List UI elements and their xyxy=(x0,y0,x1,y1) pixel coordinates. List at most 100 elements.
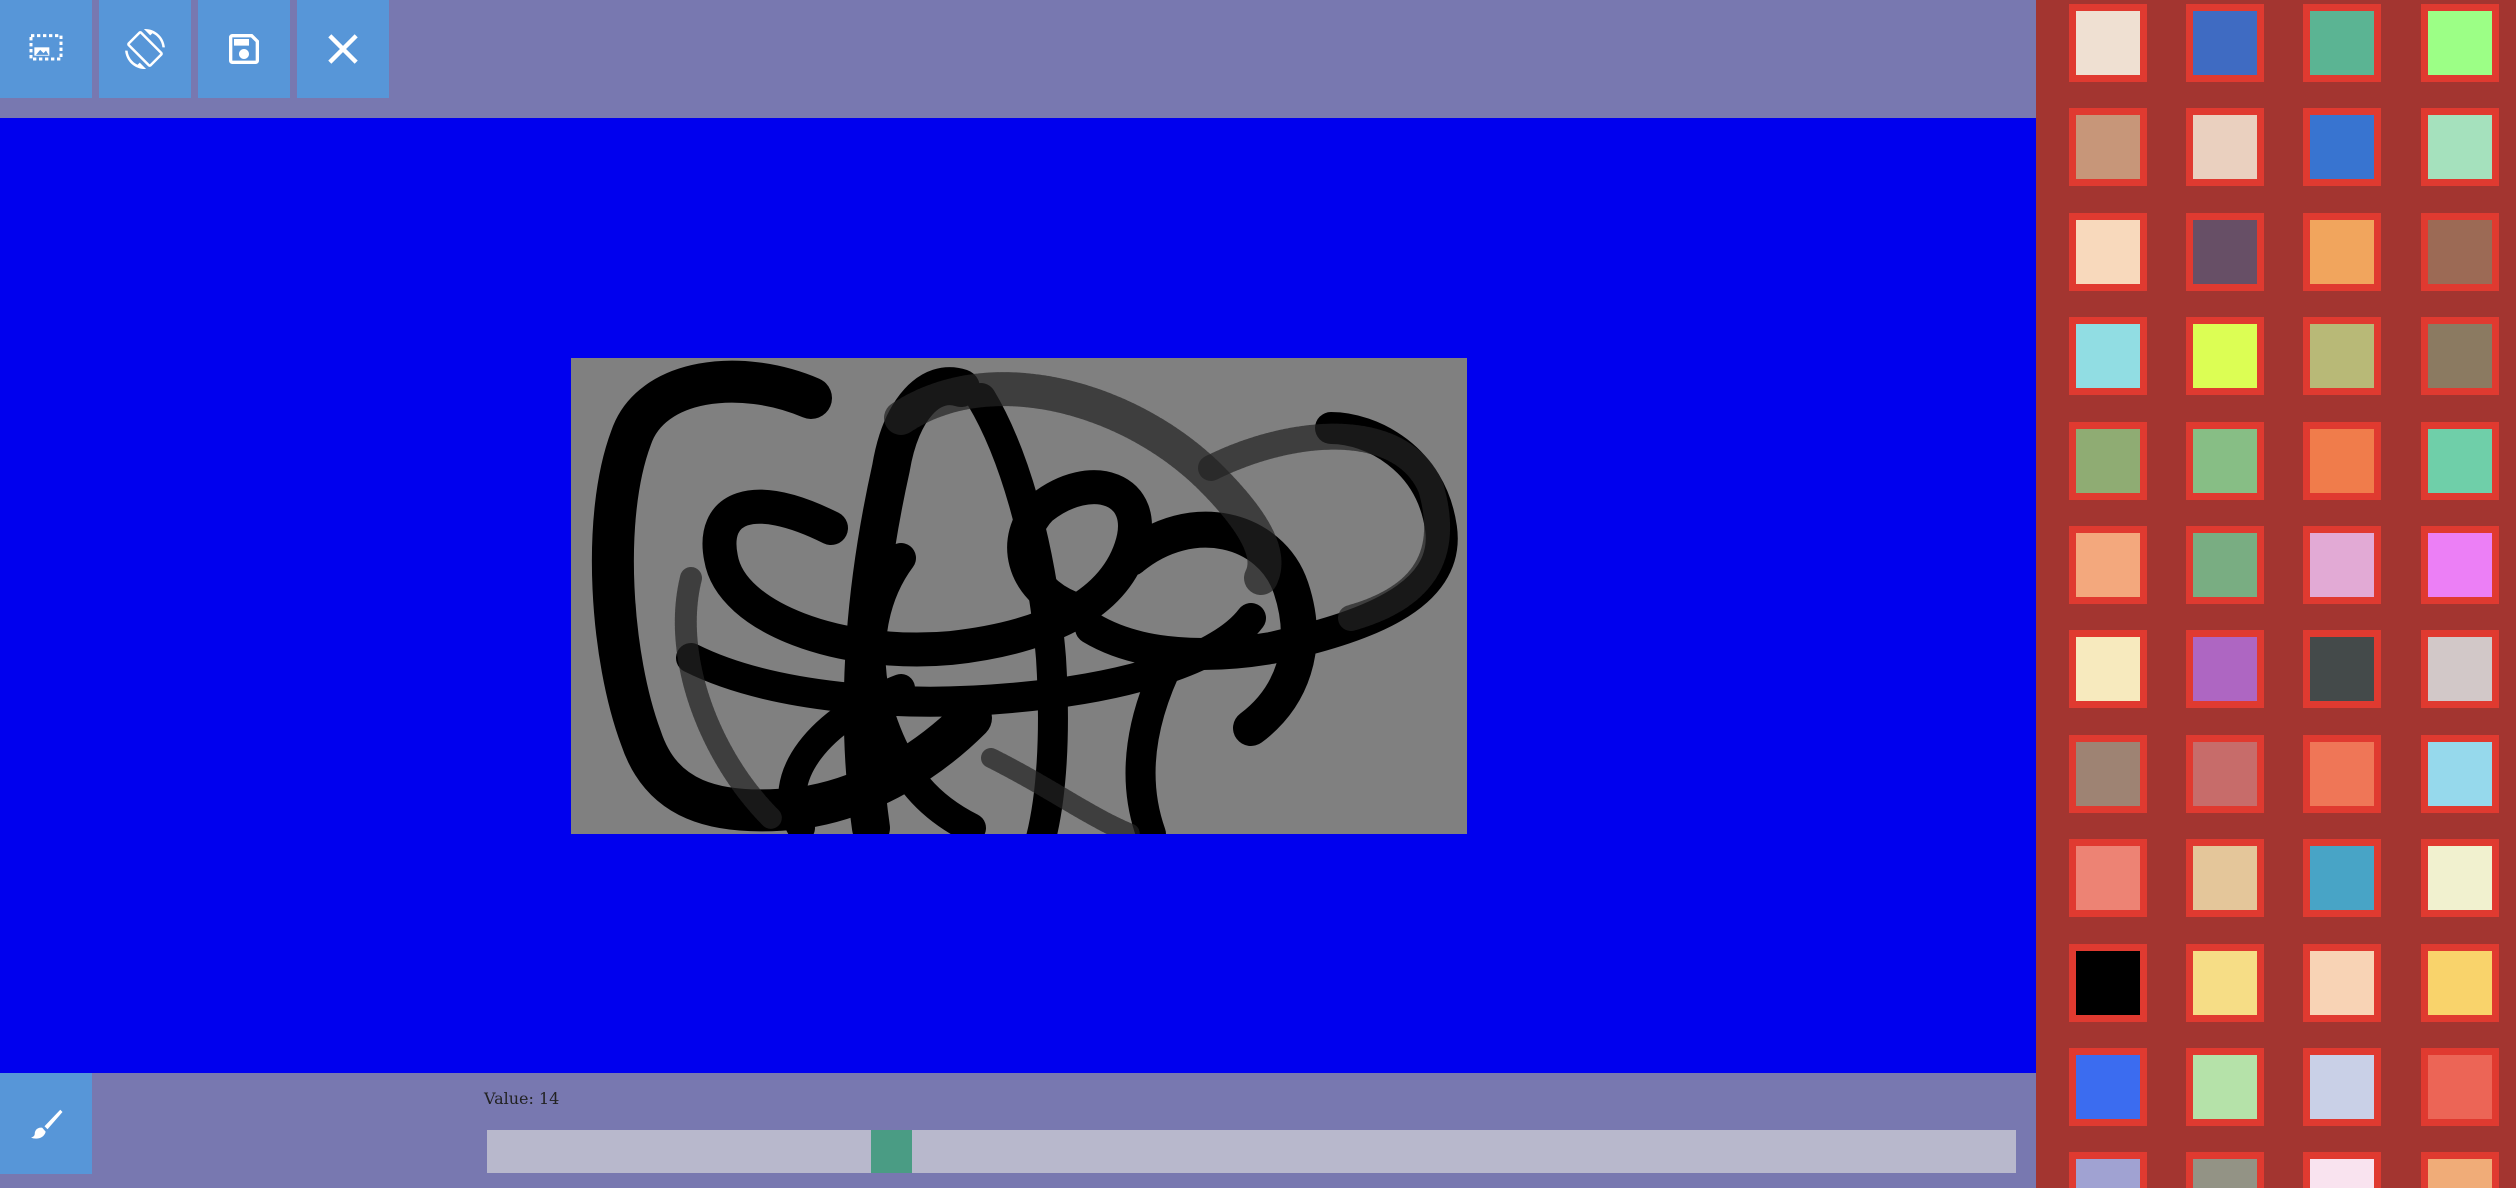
swatch-color xyxy=(2193,533,2257,597)
swatch-color xyxy=(2310,742,2374,806)
swatch-color xyxy=(2076,429,2140,493)
swatch-color xyxy=(2076,846,2140,910)
brush-size-value: Value: 14 xyxy=(484,1089,560,1108)
swatch-color xyxy=(2076,1159,2140,1188)
swatch-color xyxy=(2076,533,2140,597)
color-swatch[interactable] xyxy=(2186,839,2264,917)
swatch-color xyxy=(2076,951,2140,1015)
color-swatch[interactable] xyxy=(2303,1048,2381,1126)
color-swatch[interactable] xyxy=(2069,317,2147,395)
crop-image-icon xyxy=(29,34,63,61)
swatch-color xyxy=(2310,1159,2374,1188)
drawing-image[interactable] xyxy=(571,358,1467,834)
color-swatch[interactable] xyxy=(2186,317,2264,395)
swatch-color xyxy=(2310,429,2374,493)
swatch-color xyxy=(2193,11,2257,75)
color-swatch[interactable] xyxy=(2069,4,2147,82)
paint-app: Value: 14 xyxy=(0,0,2516,1188)
swatch-color xyxy=(2310,951,2374,1015)
color-swatch[interactable] xyxy=(2069,1048,2147,1126)
rotate-screen-button[interactable] xyxy=(99,0,191,98)
color-swatch[interactable] xyxy=(2069,839,2147,917)
color-swatch[interactable] xyxy=(2186,108,2264,186)
color-swatch[interactable] xyxy=(2186,630,2264,708)
color-swatch[interactable] xyxy=(2421,944,2499,1022)
swatch-color xyxy=(2076,1055,2140,1119)
color-swatch[interactable] xyxy=(2186,1152,2264,1188)
color-swatch[interactable] xyxy=(2069,422,2147,500)
swatch-color xyxy=(2076,220,2140,284)
color-swatch[interactable] xyxy=(2069,944,2147,1022)
color-swatch[interactable] xyxy=(2186,735,2264,813)
floppy-disk-icon xyxy=(229,34,259,64)
color-swatch[interactable] xyxy=(2303,1152,2381,1188)
color-swatch[interactable] xyxy=(2186,526,2264,604)
color-swatch[interactable] xyxy=(2421,526,2499,604)
close-button[interactable] xyxy=(297,0,389,98)
swatch-color xyxy=(2076,11,2140,75)
slider-thumb[interactable] xyxy=(871,1130,912,1173)
swatch-color xyxy=(2193,1159,2257,1188)
swatch-color xyxy=(2193,324,2257,388)
swatch-color xyxy=(2310,1055,2374,1119)
top-toolbar xyxy=(0,0,2036,118)
color-swatch[interactable] xyxy=(2303,213,2381,291)
paintbrush-icon xyxy=(31,1109,63,1139)
swatch-color xyxy=(2428,742,2492,806)
close-icon xyxy=(328,34,358,64)
color-swatch[interactable] xyxy=(2421,317,2499,395)
color-swatch[interactable] xyxy=(2421,839,2499,917)
color-swatch[interactable] xyxy=(2303,735,2381,813)
color-swatch[interactable] xyxy=(2186,944,2264,1022)
color-swatch[interactable] xyxy=(2303,108,2381,186)
color-swatch[interactable] xyxy=(2421,1152,2499,1188)
color-swatch[interactable] xyxy=(2421,735,2499,813)
color-swatch[interactable] xyxy=(2186,4,2264,82)
color-swatch[interactable] xyxy=(2421,213,2499,291)
swatch-color xyxy=(2310,115,2374,179)
brush-size-slider[interactable] xyxy=(487,1130,2016,1173)
color-swatch[interactable] xyxy=(2303,944,2381,1022)
swatch-color xyxy=(2076,324,2140,388)
color-swatch[interactable] xyxy=(2069,1152,2147,1188)
swatch-color xyxy=(2076,637,2140,701)
swatch-color xyxy=(2428,11,2492,75)
color-swatch[interactable] xyxy=(2069,213,2147,291)
color-swatch[interactable] xyxy=(2069,630,2147,708)
color-swatch[interactable] xyxy=(2186,422,2264,500)
swatch-color xyxy=(2428,533,2492,597)
swatch-color xyxy=(2310,324,2374,388)
color-swatch[interactable] xyxy=(2303,317,2381,395)
swatch-color xyxy=(2310,220,2374,284)
color-swatch[interactable] xyxy=(2303,630,2381,708)
swatch-color xyxy=(2428,637,2492,701)
color-swatch[interactable] xyxy=(2069,526,2147,604)
color-swatch[interactable] xyxy=(2186,213,2264,291)
swatch-color xyxy=(2076,115,2140,179)
color-swatch[interactable] xyxy=(2069,735,2147,813)
swatch-color xyxy=(2310,533,2374,597)
swatch-color xyxy=(2076,742,2140,806)
color-swatch[interactable] xyxy=(2421,422,2499,500)
drawing-canvas[interactable] xyxy=(0,118,2036,1073)
color-swatch[interactable] xyxy=(2421,108,2499,186)
swatch-color xyxy=(2193,115,2257,179)
color-swatch[interactable] xyxy=(2421,1048,2499,1126)
save-button[interactable] xyxy=(198,0,290,98)
color-swatch[interactable] xyxy=(2421,630,2499,708)
swatch-color xyxy=(2428,115,2492,179)
swatch-color xyxy=(2310,637,2374,701)
color-swatch[interactable] xyxy=(2303,526,2381,604)
swatch-color xyxy=(2193,220,2257,284)
swatch-color xyxy=(2428,846,2492,910)
brush-strokes xyxy=(591,360,1458,834)
color-swatch[interactable] xyxy=(2069,108,2147,186)
color-swatch[interactable] xyxy=(2186,1048,2264,1126)
color-swatch[interactable] xyxy=(2421,4,2499,82)
brush-tool-button[interactable] xyxy=(0,1073,92,1174)
swatch-color xyxy=(2310,846,2374,910)
color-swatch[interactable] xyxy=(2303,839,2381,917)
color-swatch[interactable] xyxy=(2303,4,2381,82)
crop-image-button[interactable] xyxy=(0,0,92,98)
color-swatch[interactable] xyxy=(2303,422,2381,500)
